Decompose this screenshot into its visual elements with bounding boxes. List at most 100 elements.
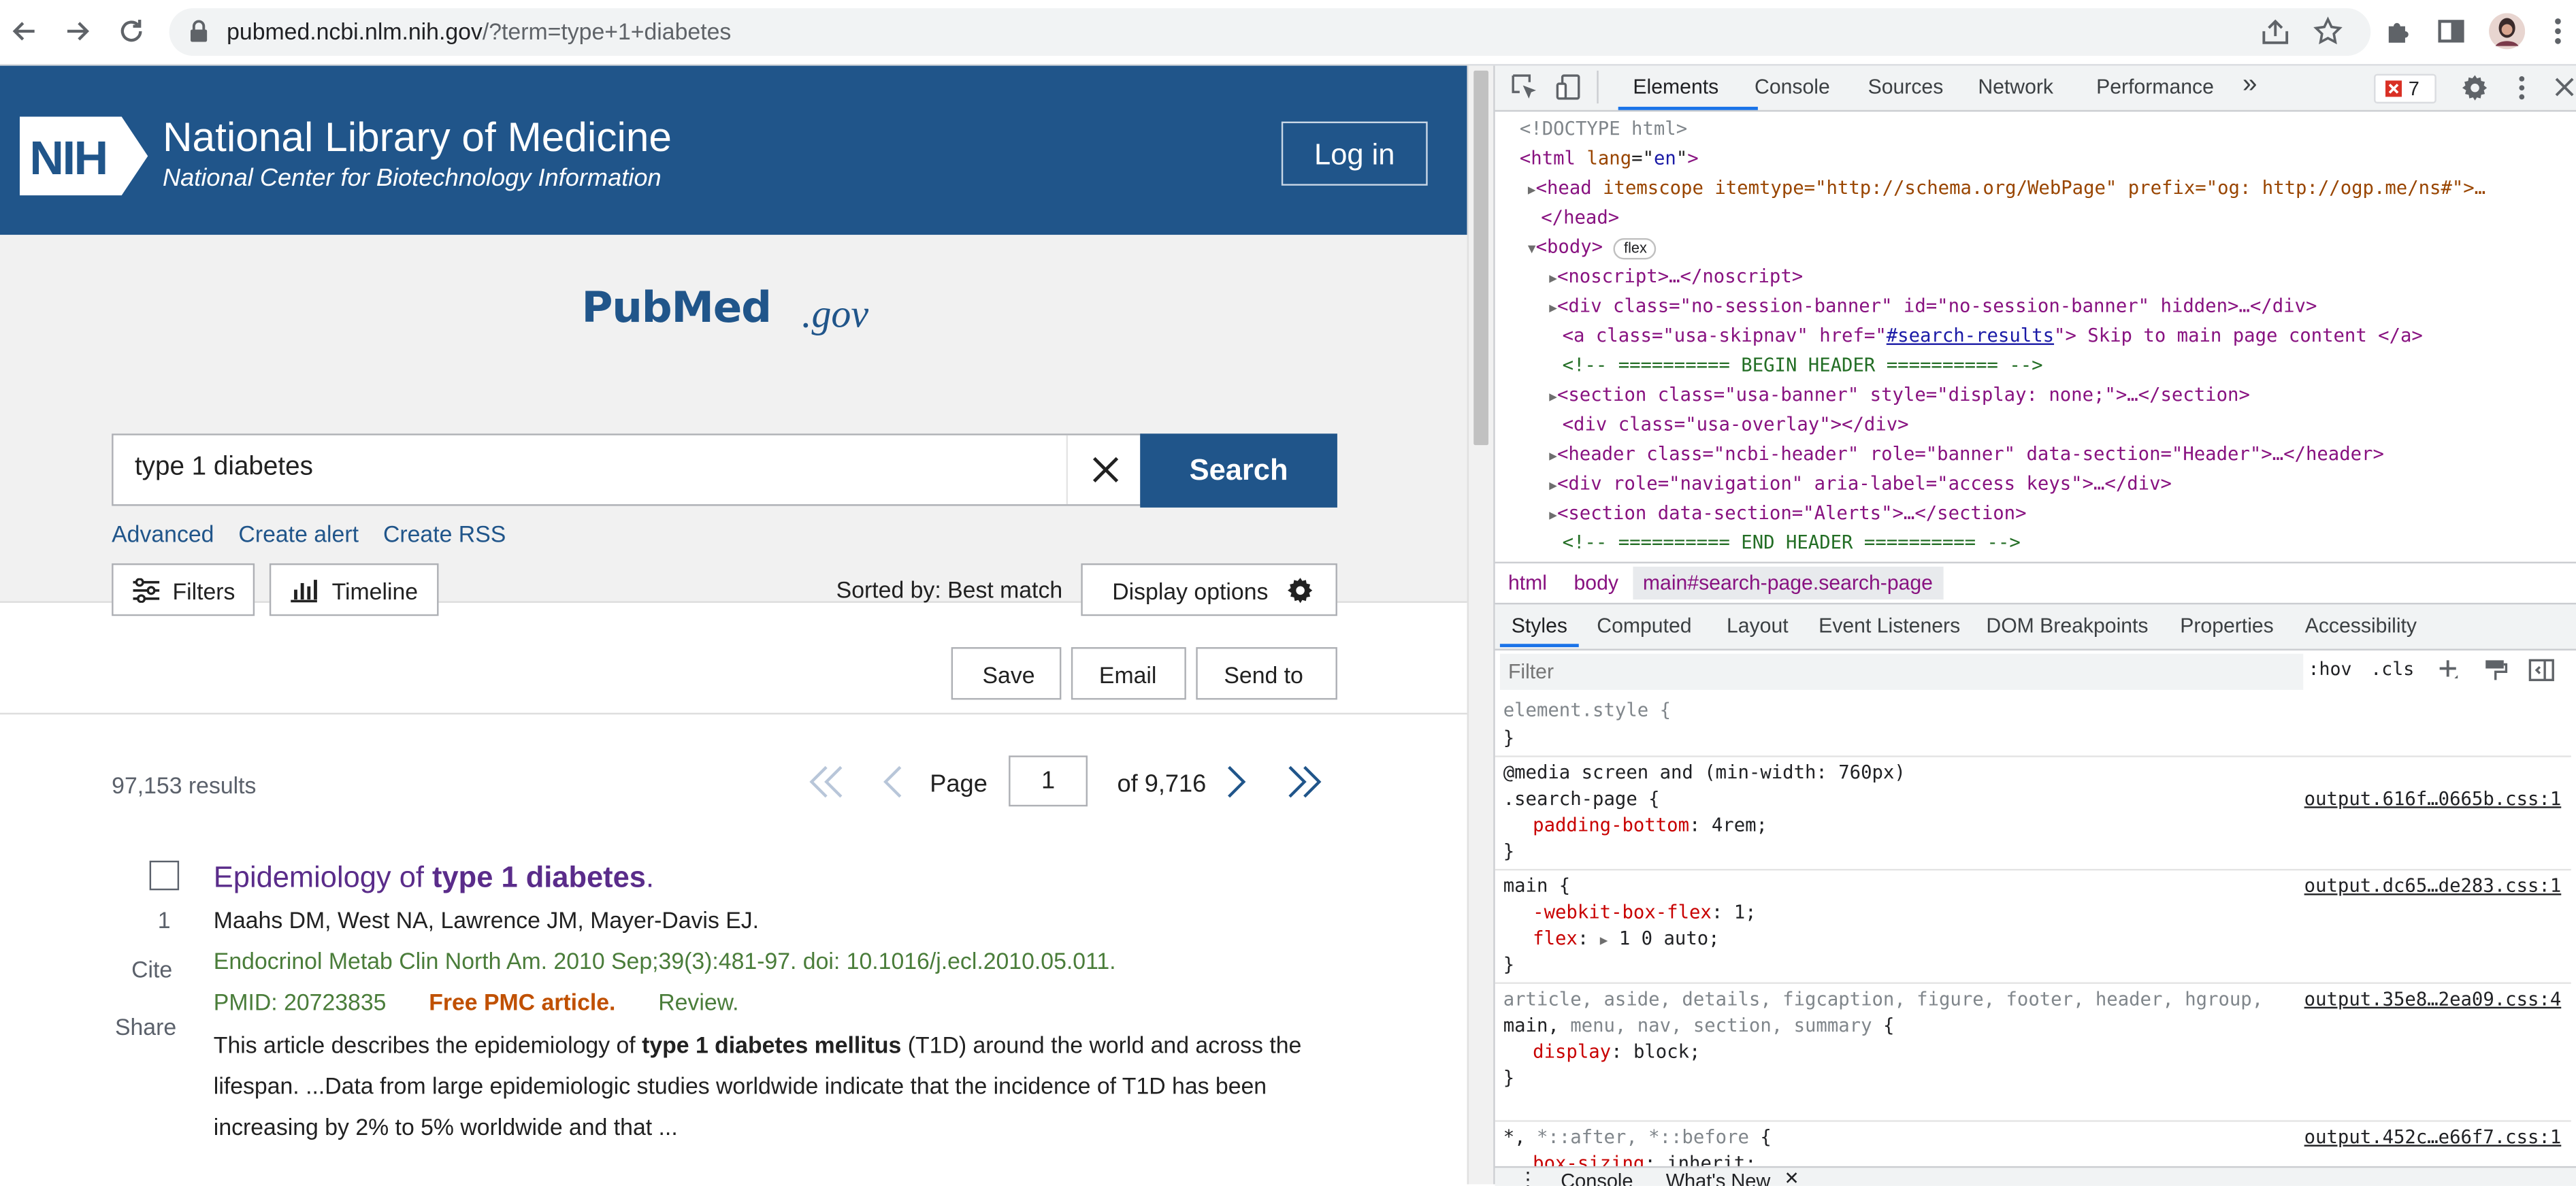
article-checkbox[interactable] xyxy=(149,860,180,891)
flex-expand-icon[interactable]: ▶ xyxy=(1600,933,1608,948)
drawer-tab-whats-new[interactable]: What's New xyxy=(1666,1170,1771,1186)
dom-alerts-node[interactable]: ▶<section data-section="Alerts">…</secti… xyxy=(1549,499,2026,531)
new-style-rule-icon[interactable] xyxy=(2436,657,2460,684)
dom-comment-end[interactable]: <!-- ========== END HEADER ========== --… xyxy=(1563,529,2021,558)
subtab-styles[interactable]: Styles xyxy=(1512,614,1567,638)
dom-html-node[interactable]: <html lang="en"> xyxy=(1520,144,1699,174)
padding-bottom-decl[interactable]: padding-bottom: 4rem; xyxy=(1533,813,1767,840)
side-panel-icon[interactable] xyxy=(2434,15,2467,48)
dom-header-node[interactable]: ▶<header class="ncbi-header" role="banne… xyxy=(1549,440,2384,472)
search-input[interactable]: type 1 diabetes xyxy=(112,433,1142,506)
device-toolbar-icon[interactable] xyxy=(1556,74,1582,101)
subtab-dom-breakpoints[interactable]: DOM Breakpoints xyxy=(1986,614,2148,638)
dom-doctype[interactable]: <!DOCTYPE html> xyxy=(1520,115,1687,144)
email-button[interactable]: Email xyxy=(1071,647,1186,700)
share-icon[interactable] xyxy=(2261,18,2290,48)
tab-console[interactable]: Console xyxy=(1755,76,1830,99)
sort-order-label[interactable]: Sorted by: Best match xyxy=(836,576,1062,603)
subtab-accessibility[interactable]: Accessibility xyxy=(2305,614,2417,638)
subtab-properties[interactable]: Properties xyxy=(2180,614,2274,638)
search-page-rule[interactable]: @media screen and (min-width: 760px) .se… xyxy=(1495,757,2571,871)
dom-body-node[interactable]: ▼<body> flex xyxy=(1528,233,1657,265)
next-page-icon[interactable] xyxy=(1222,763,1249,800)
styles-filter-input[interactable] xyxy=(1499,653,2304,690)
create-rss-link[interactable]: Create RSS xyxy=(383,521,506,547)
login-button[interactable]: Log in xyxy=(1281,121,1428,186)
address-bar[interactable]: pubmed.ncbi.nlm.nih.gov/?term=type+1+dia… xyxy=(169,8,2371,56)
inspect-element-icon[interactable] xyxy=(1512,74,1538,101)
reload-icon[interactable] xyxy=(115,15,148,48)
skipnav-href-link[interactable]: #search-results xyxy=(1887,325,2054,346)
dom-div-banner-node[interactable]: ▶<div class="no-session-banner" id="no-s… xyxy=(1549,293,2317,324)
ua-display-rule[interactable]: article, aside, details, figcaption, fig… xyxy=(1495,984,2571,1122)
dom-nav-node[interactable]: ▶<div role="navigation" aria-label="acce… xyxy=(1549,470,2172,501)
first-page-icon[interactable] xyxy=(806,763,846,800)
dom-overlay-node[interactable]: <div class="usa-overlay"></div> xyxy=(1563,410,1909,440)
hov-toggle[interactable]: :hov xyxy=(2309,659,2352,680)
url-text[interactable]: pubmed.ncbi.nlm.nih.gov/?term=type+1+dia… xyxy=(227,18,731,45)
rule4-source-link[interactable]: output.452c…e66f7.css:1 xyxy=(2304,1125,2562,1153)
pubmed-logo[interactable]: PubMed .gov xyxy=(582,271,878,363)
tab-elements[interactable]: Elements xyxy=(1633,76,1718,99)
crumb-html[interactable]: html xyxy=(1508,572,1547,595)
dom-section-banner-node[interactable]: ▶<section class="usa-banner" style="disp… xyxy=(1549,381,2250,412)
dom-comment-begin[interactable]: <!-- ========== BEGIN HEADER ========== … xyxy=(1563,352,2043,381)
tab-network[interactable]: Network xyxy=(1978,76,2053,99)
filters-button[interactable]: Filters xyxy=(112,563,255,616)
main-rule[interactable]: main { output.dc65…de283.css:1 -webkit-b… xyxy=(1495,870,2571,984)
cite-button[interactable]: Cite xyxy=(131,956,172,983)
display-decl[interactable]: display: block; xyxy=(1533,1040,1700,1067)
devtools-settings-gear-icon[interactable] xyxy=(2461,74,2489,102)
rule1-source-link[interactable]: output.616f…0665b.css:1 xyxy=(2304,787,2562,814)
rule3-source-link[interactable]: output.35e8…2ea09.css:4 xyxy=(2304,987,2562,1015)
dom-head-close[interactable]: </head> xyxy=(1541,203,1619,233)
display-options-button[interactable]: Display options xyxy=(1081,563,1337,616)
nih-logo[interactable]: NIH xyxy=(19,116,151,196)
drawer-tab-console[interactable]: Console xyxy=(1561,1170,1633,1186)
article-title-link[interactable]: Epidemiology of type 1 diabetes. xyxy=(214,861,654,895)
subtab-event-listeners[interactable]: Event Listeners xyxy=(1819,614,1960,638)
more-tabs-icon[interactable]: » xyxy=(2243,71,2257,100)
subtab-computed[interactable]: Computed xyxy=(1597,614,1691,638)
rule2-source-link[interactable]: output.dc65…de283.css:1 xyxy=(2304,874,2562,901)
drawer-menu-icon[interactable]: ⋮ xyxy=(1518,1168,1537,1186)
page-scrollbar[interactable] xyxy=(1467,65,1494,1185)
last-page-icon[interactable] xyxy=(1285,763,1324,800)
save-button[interactable]: Save xyxy=(951,647,1062,700)
create-alert-link[interactable]: Create alert xyxy=(238,521,359,547)
flex-badge[interactable]: flex xyxy=(1614,238,1657,260)
advanced-link[interactable]: Advanced xyxy=(112,521,214,547)
flex-decl[interactable]: flex: ▶ 1 0 auto; xyxy=(1533,926,1719,955)
crumb-body[interactable]: body xyxy=(1574,572,1618,595)
forward-arrow-icon[interactable] xyxy=(61,15,93,48)
ncbi-subtitle[interactable]: National Center for Biotechnology Inform… xyxy=(163,164,662,192)
previous-page-icon[interactable] xyxy=(881,763,907,800)
back-arrow-icon[interactable] xyxy=(8,15,41,48)
element-style-rule[interactable]: element.style { } xyxy=(1495,695,2571,757)
search-button[interactable]: Search xyxy=(1140,433,1337,508)
page-scrollbar-thumb[interactable] xyxy=(1473,70,1488,446)
timeline-button[interactable]: Timeline xyxy=(269,563,439,616)
error-count-badge[interactable]: 7 xyxy=(2374,73,2436,104)
tab-performance[interactable]: Performance xyxy=(2096,76,2214,99)
browser-menu-icon[interactable] xyxy=(2541,15,2574,48)
dom-noscript-node[interactable]: ▶<noscript>…</noscript> xyxy=(1549,263,1803,294)
box-flex-decl[interactable]: -webkit-box-flex: 1; xyxy=(1533,900,1756,927)
lock-icon[interactable] xyxy=(189,20,209,43)
tab-sources[interactable]: Sources xyxy=(1868,76,1944,99)
devtools-menu-icon[interactable] xyxy=(2517,74,2526,102)
nlm-title[interactable]: National Library of Medicine xyxy=(163,115,672,163)
send-to-button[interactable]: Send to xyxy=(1196,647,1337,700)
bookmark-star-icon[interactable] xyxy=(2313,16,2343,46)
cls-toggle[interactable]: .cls xyxy=(2370,659,2414,680)
clear-search-icon[interactable] xyxy=(1066,435,1143,505)
extensions-puzzle-icon[interactable] xyxy=(2382,15,2415,48)
toggle-sidebar-icon[interactable] xyxy=(2528,657,2555,684)
close-whats-new-icon[interactable]: ✕ xyxy=(1784,1168,1799,1186)
dom-skipnav-node[interactable]: <a class="usa-skipnav" href="#search-res… xyxy=(1563,322,2423,351)
profile-avatar[interactable] xyxy=(2489,13,2526,50)
share-button[interactable]: Share xyxy=(115,1013,176,1040)
page-number-input[interactable]: 1 xyxy=(1009,755,1088,807)
crumb-main[interactable]: main#search-page.search-page xyxy=(1633,566,1943,600)
close-devtools-icon[interactable] xyxy=(2553,74,2576,102)
